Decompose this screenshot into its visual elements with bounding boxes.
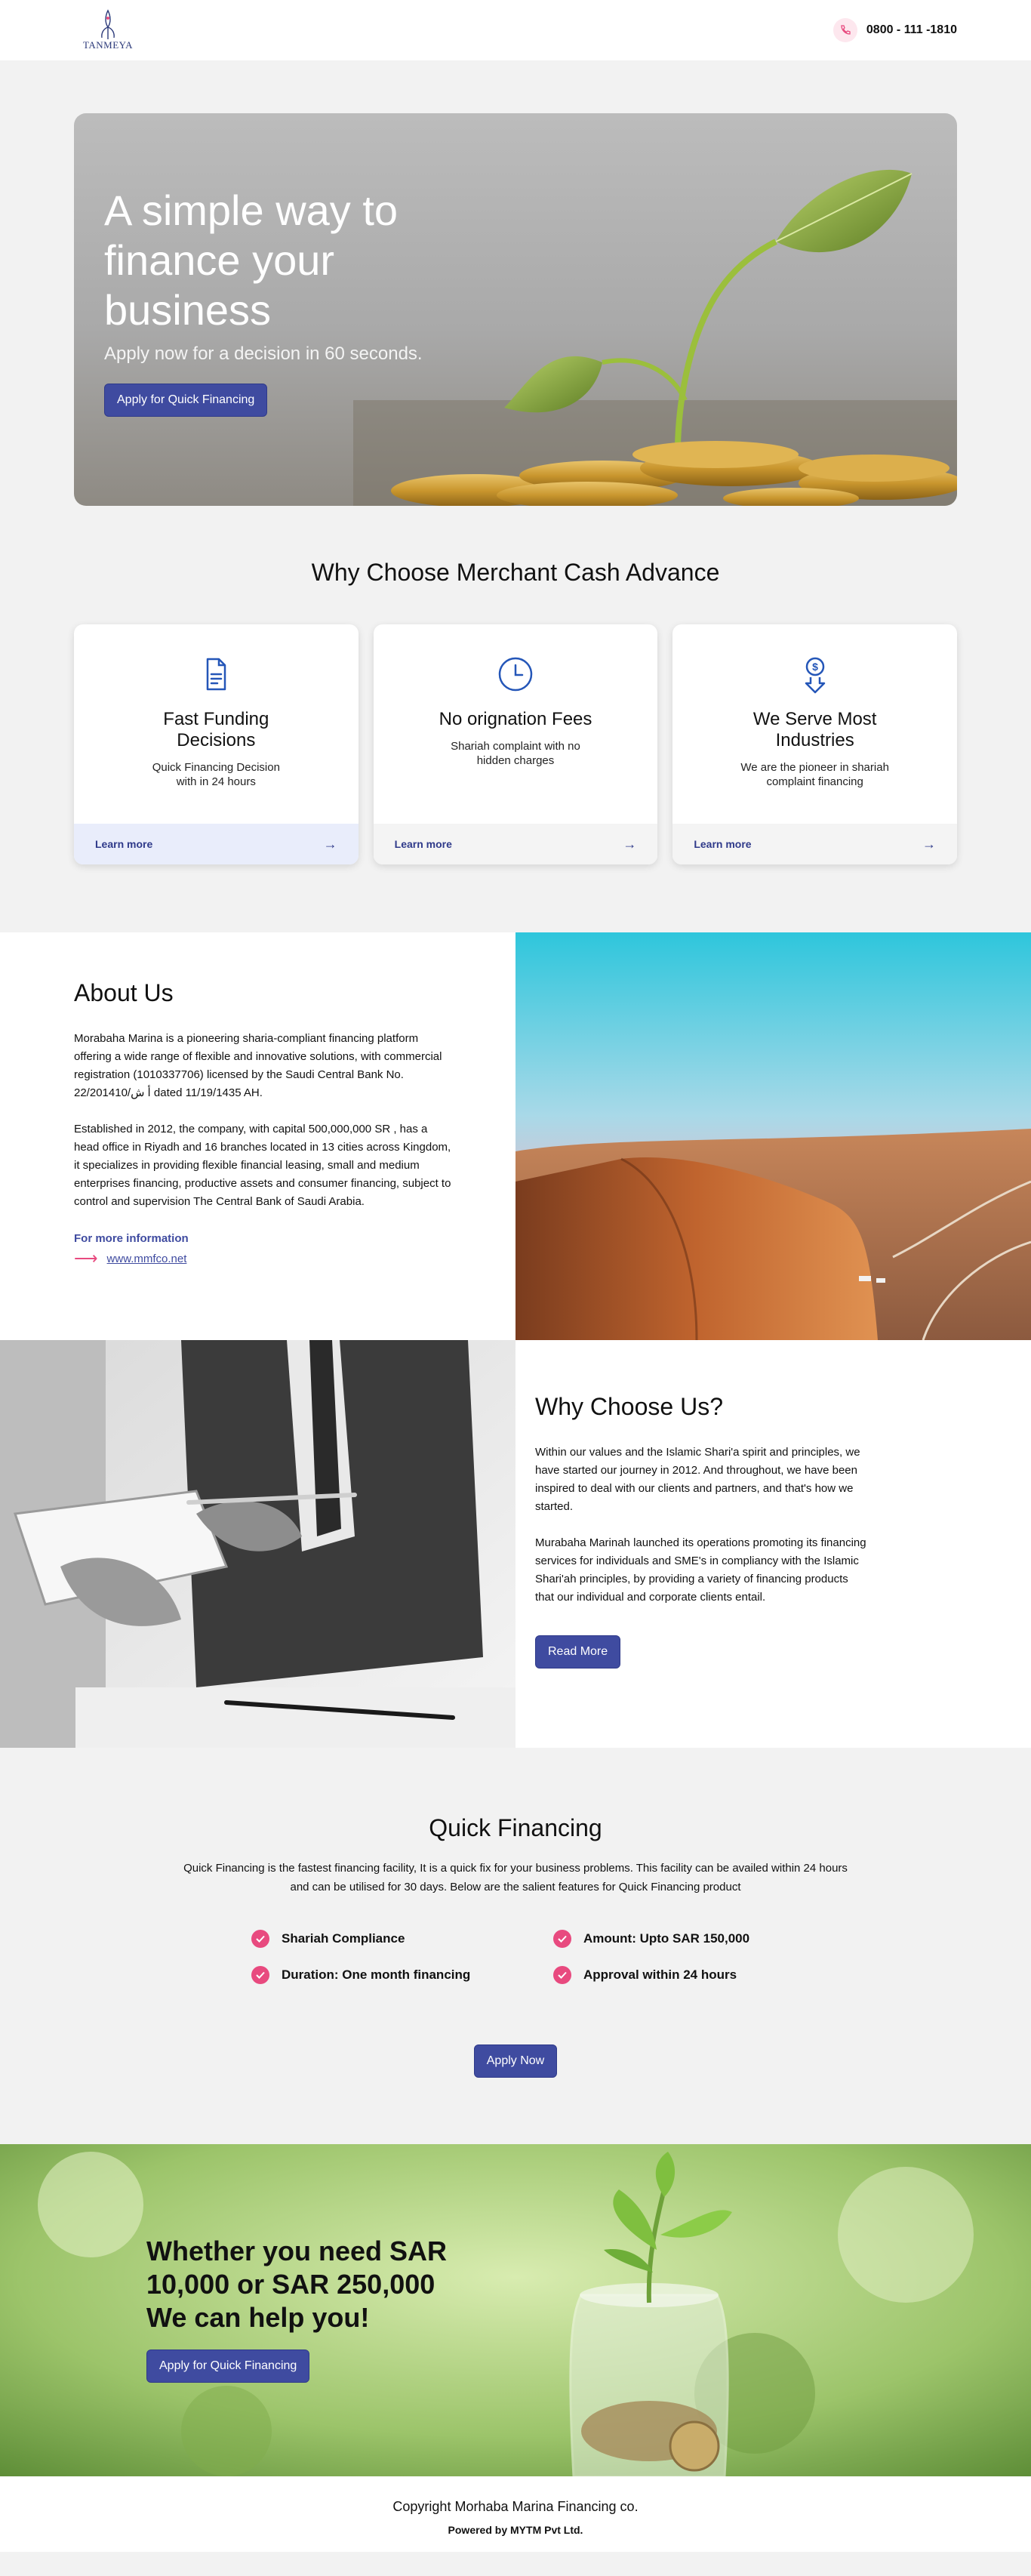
powered-by-text: Powered by MYTM Pvt Ltd.	[448, 2524, 583, 2536]
learn-more-link[interactable]: Learn more →	[373, 824, 658, 864]
clock-icon	[498, 657, 533, 692]
apply-now-button[interactable]: Apply Now	[473, 2044, 558, 2078]
card-description: Quick Financing Decision with in 24 hour…	[152, 761, 280, 788]
choose-paragraph: Within our values and the Islamic Shari'…	[535, 1446, 860, 1513]
learn-more-link[interactable]: Learn more →	[672, 824, 958, 864]
why-choose-us-content: Why Choose Us? Within our values and the…	[516, 1340, 1031, 1748]
check-icon	[553, 1930, 571, 1948]
logo-text: TANMEYA	[82, 39, 133, 51]
apply-quick-financing-button[interactable]: Apply for Quick Financing	[146, 2350, 310, 2383]
site-header: TANMEYA 0800 - 111 -1810	[0, 0, 1031, 60]
cta-banner: Whether you need SAR 10,000 or SAR 250,0…	[0, 2144, 1031, 2476]
feature-list: Shariah Compliance Amount: Upto SAR 150,…	[251, 1930, 780, 1984]
about-title: About Us	[74, 979, 174, 1006]
about-section: About Us Morabaha Marina is a pioneering…	[0, 932, 1031, 1340]
website-link-row: ⟶ www.mmfco.net	[74, 1249, 442, 1268]
more-info-label: For more information	[74, 1232, 189, 1245]
feature-card: Fast Funding Decisions Quick Financing D…	[74, 624, 359, 864]
learn-more-label: Learn more	[95, 838, 153, 850]
feature-card: $ We Serve Most Industries We are the pi…	[672, 624, 958, 864]
about-content: About Us Morabaha Marina is a pioneering…	[0, 932, 516, 1340]
quick-financing-section: Quick Financing Quick Financing is the f…	[0, 1748, 1031, 2144]
logo-mark-icon	[101, 9, 115, 39]
learn-more-link[interactable]: Learn more →	[74, 824, 359, 864]
banner-title: Whether you need SAR 10,000 or SAR 250,0…	[146, 2236, 448, 2333]
feature-card: No orignation Fees Shariah complaint wit…	[373, 624, 658, 864]
feature-label: Approval within 24 hours	[583, 1967, 737, 1982]
feature-label: Shariah Compliance	[282, 1931, 405, 1946]
why-merchant-title: Why Choose Merchant Cash Advance	[311, 559, 720, 586]
hero-text: A simple way to finance your business Ap…	[104, 186, 451, 417]
phone-icon	[832, 18, 857, 42]
logo[interactable]: TANMEYA	[74, 9, 142, 51]
copyright-text: Copyright Morhaba Marina Financing co.	[392, 2499, 639, 2514]
phone-number[interactable]: 0800 - 111 -1810	[866, 23, 957, 37]
feature-label: Amount: Upto SAR 150,000	[583, 1931, 750, 1946]
feature-cards: Fast Funding Decisions Quick Financing D…	[0, 624, 1031, 864]
banner-text: Whether you need SAR 10,000 or SAR 250,0…	[146, 2235, 463, 2383]
choose-paragraph: Murabaha Marinah launched its operations…	[535, 1536, 866, 1604]
learn-more-label: Learn more	[694, 838, 752, 850]
read-more-button[interactable]: Read More	[535, 1635, 621, 1669]
feature-item: Shariah Compliance	[251, 1930, 553, 1948]
quick-financing-description: Quick Financing is the fastest financing…	[183, 1862, 848, 1893]
card-description: We are the pioneer in shariah complaint …	[740, 761, 889, 788]
feature-label: Duration: One month financing	[282, 1967, 471, 1982]
arrow-right-icon: →	[323, 836, 337, 852]
check-icon	[553, 1966, 571, 1984]
hero-subtitle: Apply now for a decision in 60 seconds.	[104, 344, 423, 364]
arrow-right-icon: →	[623, 836, 637, 852]
about-paragraph: Established in 2012, the company, with c…	[74, 1123, 451, 1208]
why-choose-us-title: Why Choose Us?	[535, 1393, 723, 1420]
feature-item: Duration: One month financing	[251, 1966, 553, 1984]
arrow-right-icon: ⟶	[74, 1249, 98, 1268]
quick-financing-title: Quick Financing	[429, 1814, 602, 1841]
hero-banner: A simple way to finance your business Ap…	[74, 113, 957, 506]
businessman-tablet-image	[0, 1340, 516, 1748]
check-icon	[251, 1930, 269, 1948]
svg-text:$: $	[812, 661, 818, 673]
arrow-right-icon: →	[922, 836, 937, 852]
feature-item: Approval within 24 hours	[553, 1966, 780, 1984]
phone-contact[interactable]: 0800 - 111 -1810	[832, 18, 957, 42]
card-description: Shariah complaint with no hidden charges	[451, 740, 580, 767]
desert-cliff-image	[516, 932, 1031, 1340]
check-icon	[251, 1966, 269, 1984]
document-icon	[207, 658, 226, 691]
why-choose-us-section: Why Choose Us? Within our values and the…	[0, 1340, 1031, 1748]
hero-title: A simple way to finance your business	[104, 186, 399, 334]
card-title: We Serve Most Industries	[752, 709, 877, 750]
card-title: Fast Funding Decisions	[163, 709, 269, 750]
about-paragraph: Morabaha Marina is a pioneering sharia-c…	[74, 1032, 442, 1099]
hero-section: A simple way to finance your business Ap…	[0, 60, 1031, 506]
learn-more-label: Learn more	[394, 838, 452, 850]
apply-quick-financing-button[interactable]: Apply for Quick Financing	[104, 384, 268, 417]
dollar-down-icon: $	[805, 657, 825, 694]
card-title: No orignation Fees	[439, 709, 592, 729]
feature-item: Amount: Upto SAR 150,000	[553, 1930, 780, 1948]
why-merchant-section: Why Choose Merchant Cash Advance Fast Fu…	[0, 559, 1031, 864]
site-footer: Copyright Morhaba Marina Financing co. P…	[0, 2476, 1031, 2552]
website-link[interactable]: www.mmfco.net	[107, 1253, 187, 1265]
